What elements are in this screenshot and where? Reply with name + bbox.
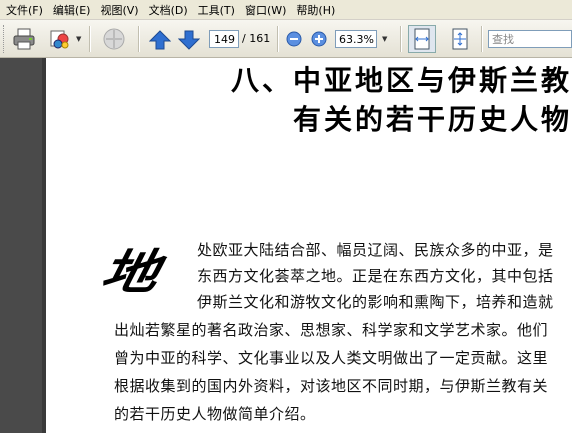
toolbar-separator xyxy=(400,26,402,52)
toolbar-separator xyxy=(277,26,279,52)
share-button[interactable] xyxy=(48,27,72,51)
print-button[interactable] xyxy=(12,27,36,51)
zoom-dropdown-icon[interactable]: ▼ xyxy=(382,35,387,43)
toolbar-grip[interactable] xyxy=(3,25,7,53)
document-page: 八、中亚地区与伊斯兰教 有关的若干历史人物 地 处欧亚大陆结合部、幅员辽阔、民族… xyxy=(46,58,572,433)
menu-edit[interactable]: 编辑(E) xyxy=(47,2,95,18)
toolbar-separator xyxy=(138,26,140,52)
paragraph-line: 根据收集到的国内外资料，对该地区不同时期，与伊斯兰教有关 xyxy=(114,377,549,395)
paragraph-line: 曾为中亚的科学、文化事业以及人类文明做出了一定贡献。这里 xyxy=(114,349,549,367)
share-dropdown-icon[interactable]: ▼ xyxy=(76,35,81,43)
arrow-down-icon xyxy=(178,30,200,50)
paragraph-line: 东西方文化荟萃之地。正是在东西方文化，其中包括 xyxy=(197,267,554,285)
menu-file[interactable]: 文件(F) xyxy=(0,2,47,18)
fit-page-button[interactable] xyxy=(447,26,473,52)
menu-document[interactable]: 文档(D) xyxy=(143,2,192,18)
page-number-input[interactable]: 149 xyxy=(209,30,239,48)
paragraph-line: 出灿若繁星的著名政治家、思想家、科学家和文学艺术家。他们 xyxy=(114,321,549,339)
next-page-button[interactable] xyxy=(178,30,200,50)
menu-tools[interactable]: 工具(T) xyxy=(192,2,239,18)
zoom-out-button[interactable] xyxy=(286,31,302,47)
menu-view[interactable]: 视图(V) xyxy=(94,2,142,18)
review-icon xyxy=(103,28,125,50)
navigation-pane[interactable] xyxy=(0,58,46,433)
paragraph-line: 伊斯兰文化和游牧文化的影响和熏陶下，培养和造就 xyxy=(197,293,554,311)
paragraph-line: 处欧亚大陆结合部、幅员辽阔、民族众多的中亚，是 xyxy=(197,241,554,259)
drop-cap: 地 xyxy=(96,244,164,301)
share-icon xyxy=(50,30,69,49)
previous-page-button[interactable] xyxy=(149,30,171,50)
printer-icon xyxy=(13,28,35,50)
paragraph-line: 的若干历史人物做简单介绍。 xyxy=(114,405,316,423)
zoom-out-icon xyxy=(286,31,302,47)
page-total-label: / 161 xyxy=(242,32,271,45)
menu-help[interactable]: 帮助(H) xyxy=(290,2,339,18)
fit-width-icon xyxy=(414,28,430,50)
zoom-in-icon xyxy=(311,31,327,47)
menu-bar: 文件(F) 编辑(E) 视图(V) 文档(D) 工具(T) 窗口(W) 帮助(H… xyxy=(0,0,572,20)
fit-page-icon xyxy=(452,28,468,50)
search-input[interactable]: 查找 xyxy=(488,30,572,48)
chapter-title-line1: 八、中亚地区与伊斯兰教 xyxy=(230,64,572,97)
toolbar: ▼ 149 / 161 63.3% ▼ 查找 xyxy=(0,20,572,58)
fit-width-button[interactable] xyxy=(408,25,436,53)
arrow-up-icon xyxy=(149,30,171,50)
zoom-in-button[interactable] xyxy=(311,31,327,47)
menu-window[interactable]: 窗口(W) xyxy=(239,2,290,18)
zoom-level-input[interactable]: 63.3% xyxy=(335,30,377,48)
toolbar-separator xyxy=(89,26,91,52)
toolbar-separator xyxy=(481,26,483,52)
review-button[interactable] xyxy=(100,26,128,52)
chapter-title-line2: 有关的若干历史人物 xyxy=(292,103,572,136)
